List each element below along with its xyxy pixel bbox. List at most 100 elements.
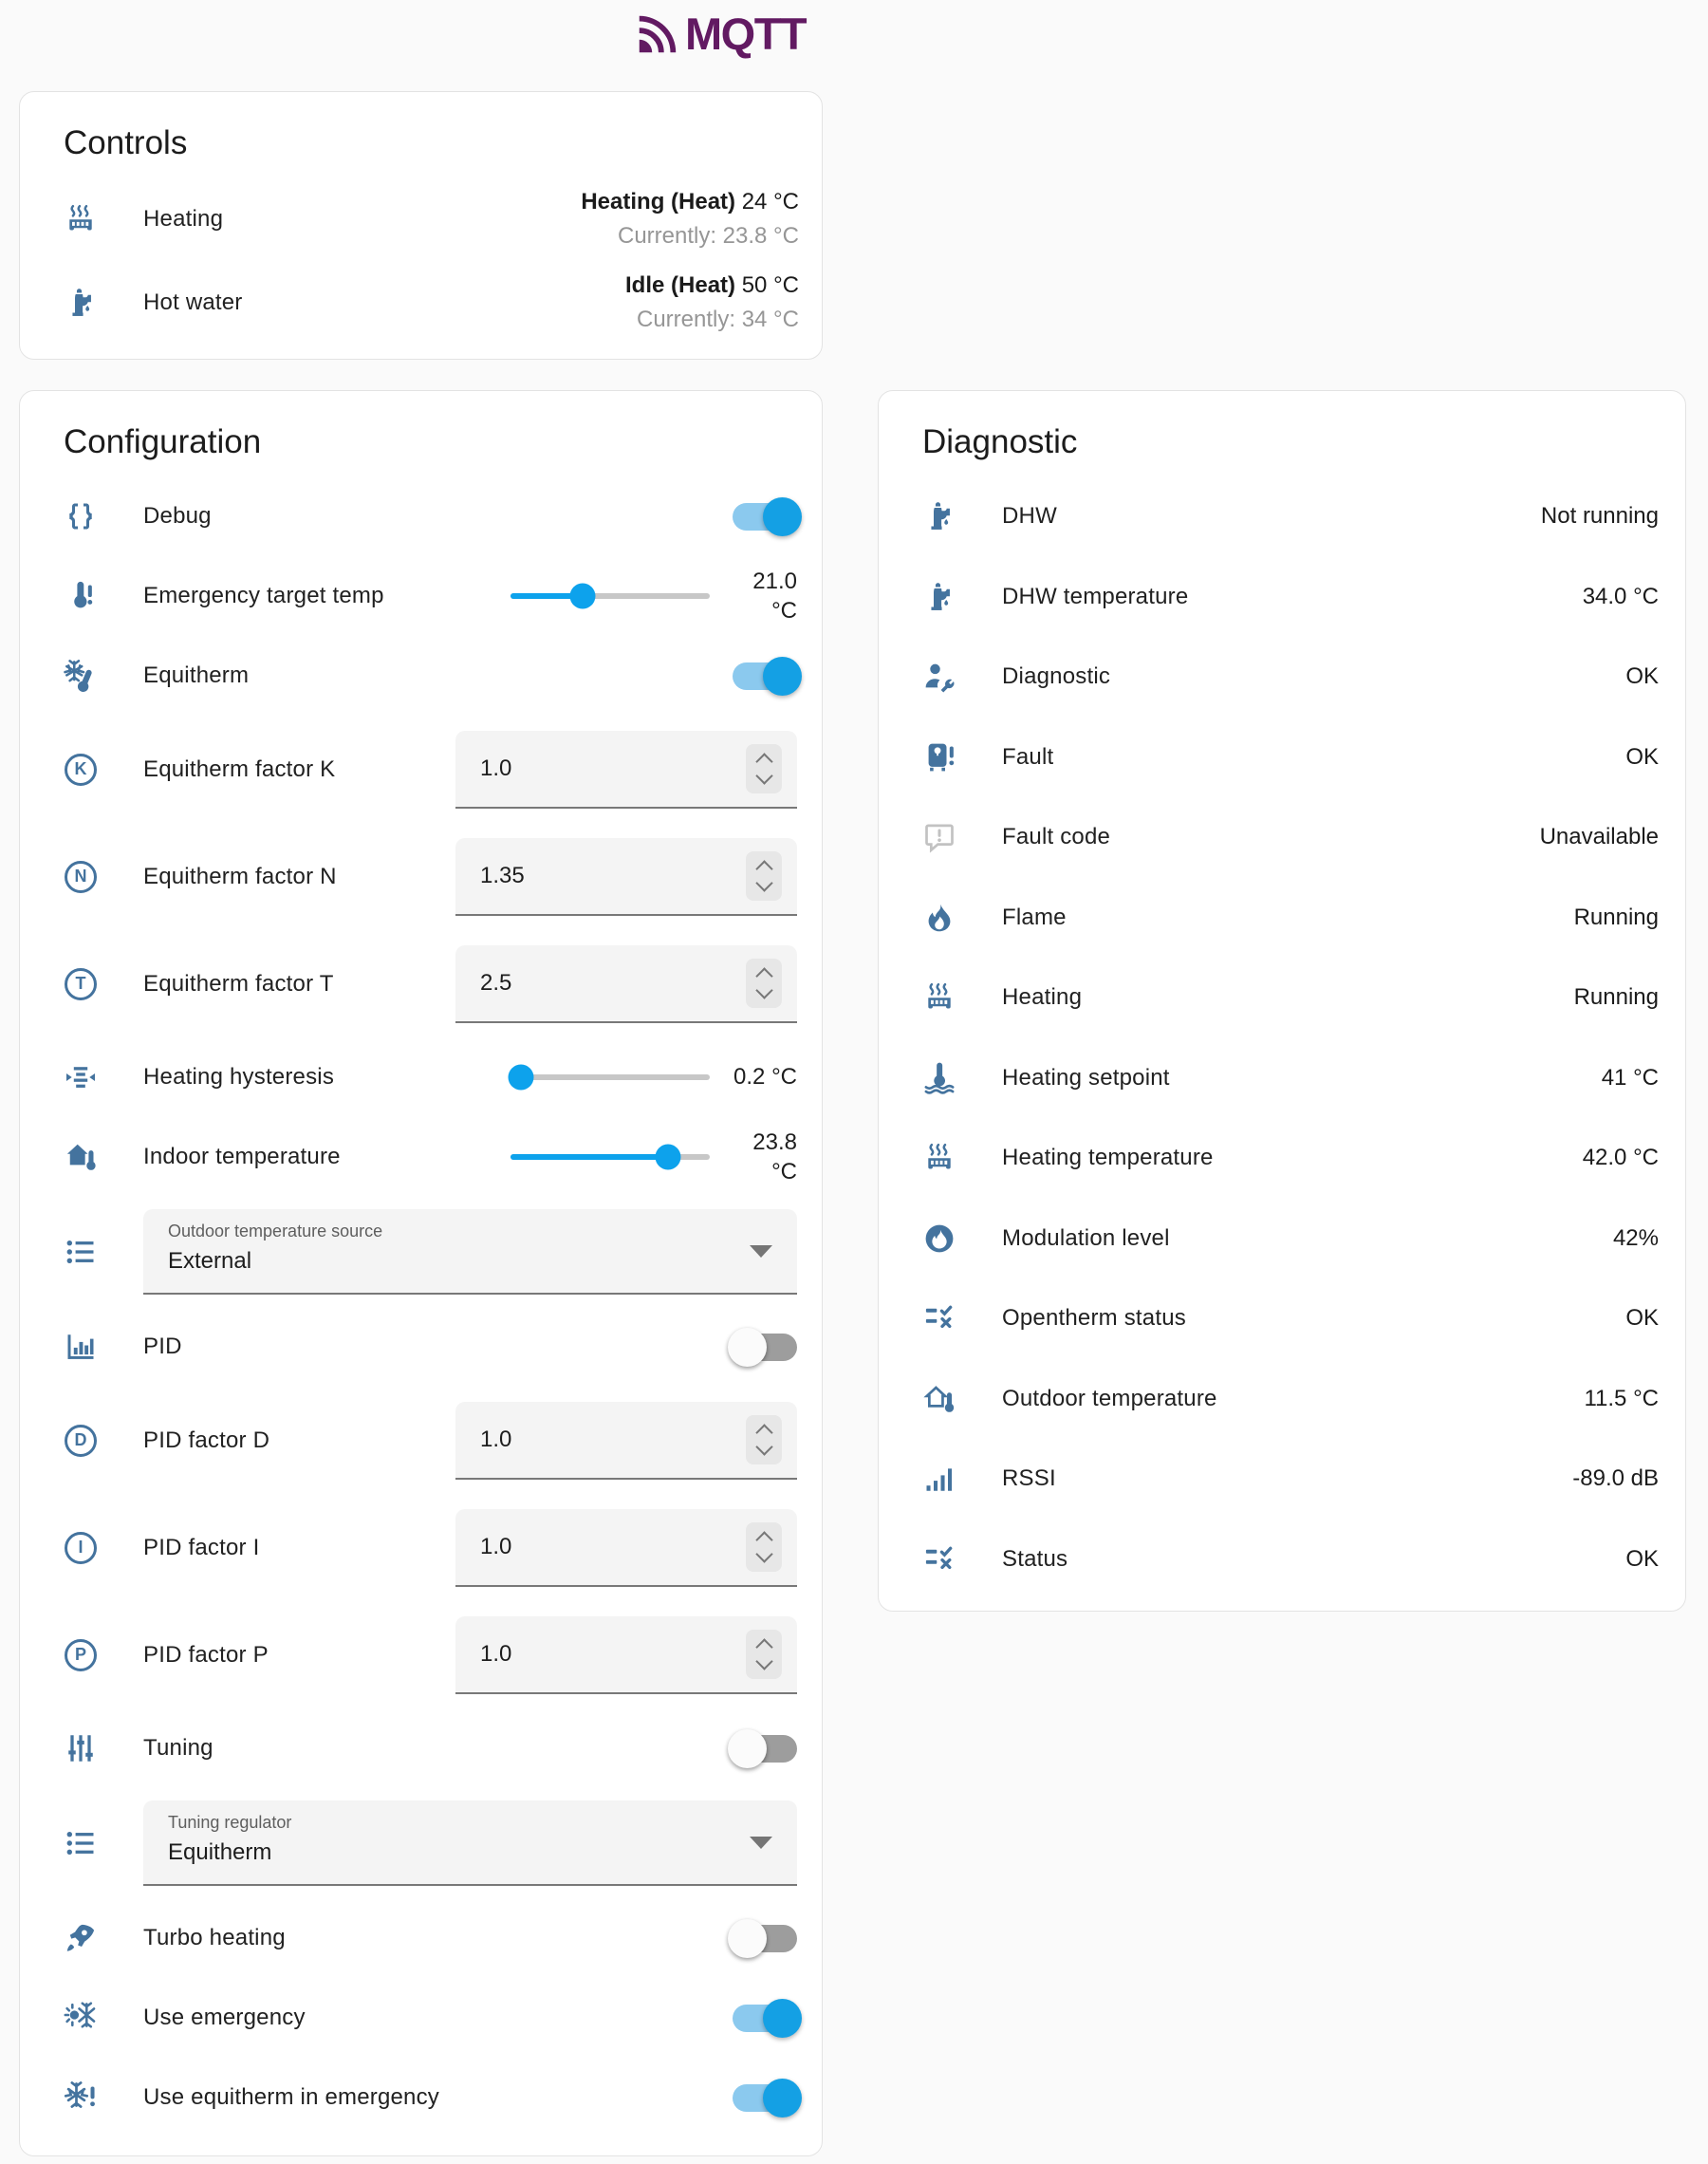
configuration-title: Configuration bbox=[20, 391, 822, 476]
slider-knob[interactable] bbox=[508, 1065, 533, 1091]
config-row-tuning: Tuning bbox=[20, 1708, 822, 1788]
diagnostic-row-fault[interactable]: FaultOK bbox=[879, 718, 1685, 798]
equitherm-factor-t-stepper[interactable] bbox=[746, 959, 782, 1008]
equitherm-factor-t-input[interactable]: 2.5 bbox=[455, 945, 797, 1023]
toggle-thumb bbox=[763, 2079, 802, 2117]
slider-knob[interactable] bbox=[569, 584, 595, 609]
pid-factor-p-value: 1.0 bbox=[455, 1641, 746, 1668]
use-equitherm-in-emergency-toggle[interactable] bbox=[733, 2084, 797, 2112]
mqtt-logo-text: MQTT bbox=[685, 8, 806, 60]
slider-knob[interactable] bbox=[655, 1145, 680, 1170]
diagnostic-row-outdoor-temperature[interactable]: Outdoor temperature11.5 °C bbox=[879, 1359, 1685, 1440]
emergency-target-temp-slider[interactable] bbox=[511, 593, 710, 599]
use-emergency-toggle[interactable] bbox=[733, 2005, 797, 2032]
outdoor-temperature-source-select[interactable]: Outdoor temperature sourceExternal bbox=[143, 1209, 797, 1295]
debug-toggle[interactable] bbox=[733, 503, 797, 531]
control-row-hot-water[interactable]: Hot waterIdle (Heat) 50 °CCurrently: 34 … bbox=[20, 261, 822, 345]
diagnostic-row-rssi[interactable]: RSSI-89.0 dB bbox=[879, 1439, 1685, 1520]
diagnostic-row-fault-code[interactable]: Fault codeUnavailable bbox=[879, 797, 1685, 878]
equitherm-factor-n-stepper[interactable] bbox=[746, 851, 782, 901]
control-row-heating[interactable]: HeatingHeating (Heat) 24 °CCurrently: 23… bbox=[20, 177, 822, 261]
fault-code-label: Fault code bbox=[1002, 824, 1540, 850]
indoor-temperature-label: Indoor temperature bbox=[143, 1144, 511, 1170]
opentherm-status-value: OK bbox=[1625, 1305, 1659, 1332]
equitherm-toggle[interactable] bbox=[733, 662, 797, 690]
diagnostic-row-dhw[interactable]: DHWNot running bbox=[879, 476, 1685, 557]
snowflake-thermometer-icon bbox=[64, 659, 98, 693]
tune-vertical-icon bbox=[64, 1731, 98, 1765]
diagnostic-row-dhw-temperature[interactable]: DHW temperature34.0 °C bbox=[879, 557, 1685, 638]
heating-label: Heating bbox=[143, 206, 581, 233]
status-label: Status bbox=[1002, 1546, 1625, 1573]
pid-factor-p-stepper[interactable] bbox=[746, 1630, 782, 1679]
list-status-icon bbox=[922, 1301, 956, 1335]
pid-factor-i-value: 1.0 bbox=[455, 1534, 746, 1560]
outdoor-temperature-source-select-value: External bbox=[168, 1248, 731, 1275]
fault-code-value: Unavailable bbox=[1540, 824, 1659, 850]
fire-circle-icon bbox=[922, 1222, 956, 1256]
config-row-heating-hysteresis: Heating hysteresis0.2 °C bbox=[20, 1037, 822, 1117]
diagnostic-row-opentherm-status[interactable]: Opentherm statusOK bbox=[879, 1278, 1685, 1359]
stepper-down-icon[interactable] bbox=[755, 1438, 772, 1455]
config-row-tuning-regulator: Tuning regulatorEquitherm bbox=[20, 1788, 822, 1898]
circle-letter: N bbox=[65, 861, 97, 893]
diagnostic-card: Diagnostic DHWNot runningDHW temperature… bbox=[878, 390, 1686, 1612]
equitherm-factor-k-stepper[interactable] bbox=[746, 744, 782, 793]
stepper-down-icon[interactable] bbox=[755, 874, 772, 891]
tuning-regulator-select[interactable]: Tuning regulatorEquitherm bbox=[143, 1800, 797, 1886]
heating-state-label: Heating bbox=[1002, 984, 1574, 1011]
equitherm-factor-n-input[interactable]: 1.35 bbox=[455, 838, 797, 916]
rocket-icon bbox=[64, 1921, 98, 1955]
equitherm-factor-k-input[interactable]: 1.0 bbox=[455, 731, 797, 809]
equitherm-factor-k-label: Equitherm factor K bbox=[143, 756, 455, 783]
alpha-d-circle-icon: D bbox=[64, 1424, 98, 1458]
thermometer-alert-icon bbox=[64, 579, 98, 613]
heating-hysteresis-label: Heating hysteresis bbox=[143, 1064, 511, 1091]
config-row-equitherm-factor-n: NEquitherm factor N1.35 bbox=[20, 823, 822, 930]
pid-toggle[interactable] bbox=[733, 1334, 797, 1361]
diagnostic-row-diagnostic[interactable]: DiagnosticOK bbox=[879, 637, 1685, 718]
diagnostic-row-heating-temperature[interactable]: Heating temperature42.0 °C bbox=[879, 1118, 1685, 1199]
chart-histogram-icon bbox=[64, 1330, 98, 1364]
hot-water-label: Hot water bbox=[143, 289, 625, 316]
circle-letter: K bbox=[65, 754, 97, 786]
stepper-down-icon[interactable] bbox=[755, 981, 772, 998]
indoor-temperature-slider[interactable] bbox=[511, 1154, 710, 1160]
alpha-p-circle-icon: P bbox=[64, 1638, 98, 1672]
circle-letter: T bbox=[65, 968, 97, 1000]
hot-water-state-secondary: Currently: 34 °C bbox=[625, 307, 799, 333]
heating-state-value: Running bbox=[1574, 984, 1659, 1011]
tuning-regulator-select-label: Tuning regulator bbox=[168, 1813, 731, 1833]
radiator-icon bbox=[922, 980, 956, 1015]
dhw-value: Not running bbox=[1541, 503, 1659, 530]
hot-water-state: Idle (Heat) 50 °CCurrently: 34 °C bbox=[625, 272, 799, 333]
signal-icon bbox=[922, 1462, 956, 1496]
pid-factor-d-stepper[interactable] bbox=[746, 1415, 782, 1464]
pid-factor-i-stepper[interactable] bbox=[746, 1522, 782, 1572]
dhw-label: DHW bbox=[1002, 503, 1541, 530]
config-row-indoor-temperature: Indoor temperature23.8 °C bbox=[20, 1117, 822, 1197]
toggle-thumb bbox=[728, 1328, 767, 1367]
configuration-rows: DebugEmergency target temp21.0 °CEquithe… bbox=[20, 476, 822, 2137]
diagnostic-row-modulation-level[interactable]: Modulation level42% bbox=[879, 1199, 1685, 1279]
water-tap-icon bbox=[64, 286, 98, 320]
stepper-down-icon[interactable] bbox=[755, 767, 772, 784]
diagnostic-row-heating-setpoint[interactable]: Heating setpoint41 °C bbox=[879, 1038, 1685, 1119]
stepper-down-icon[interactable] bbox=[755, 1652, 772, 1670]
radiator-icon bbox=[64, 202, 98, 236]
diagnostic-row-heating-state[interactable]: HeatingRunning bbox=[879, 958, 1685, 1038]
dhw-temperature-label: DHW temperature bbox=[1002, 584, 1583, 610]
heating-hysteresis-slider[interactable] bbox=[511, 1074, 710, 1080]
pid-factor-d-input[interactable]: 1.0 bbox=[455, 1402, 797, 1480]
config-row-pid-factor-p: PPID factor P1.0 bbox=[20, 1601, 822, 1708]
stepper-down-icon[interactable] bbox=[755, 1545, 772, 1562]
dropdown-arrow-icon bbox=[750, 1245, 772, 1258]
diagnostic-row-status[interactable]: StatusOK bbox=[879, 1520, 1685, 1600]
tuning-toggle[interactable] bbox=[733, 1735, 797, 1763]
modulation-level-label: Modulation level bbox=[1002, 1225, 1613, 1252]
pid-factor-i-input[interactable]: 1.0 bbox=[455, 1509, 797, 1587]
diagnostic-row-flame[interactable]: FlameRunning bbox=[879, 878, 1685, 959]
turbo-heating-toggle[interactable] bbox=[733, 1925, 797, 1952]
heating-temperature-label: Heating temperature bbox=[1002, 1145, 1583, 1171]
pid-factor-p-input[interactable]: 1.0 bbox=[455, 1616, 797, 1694]
